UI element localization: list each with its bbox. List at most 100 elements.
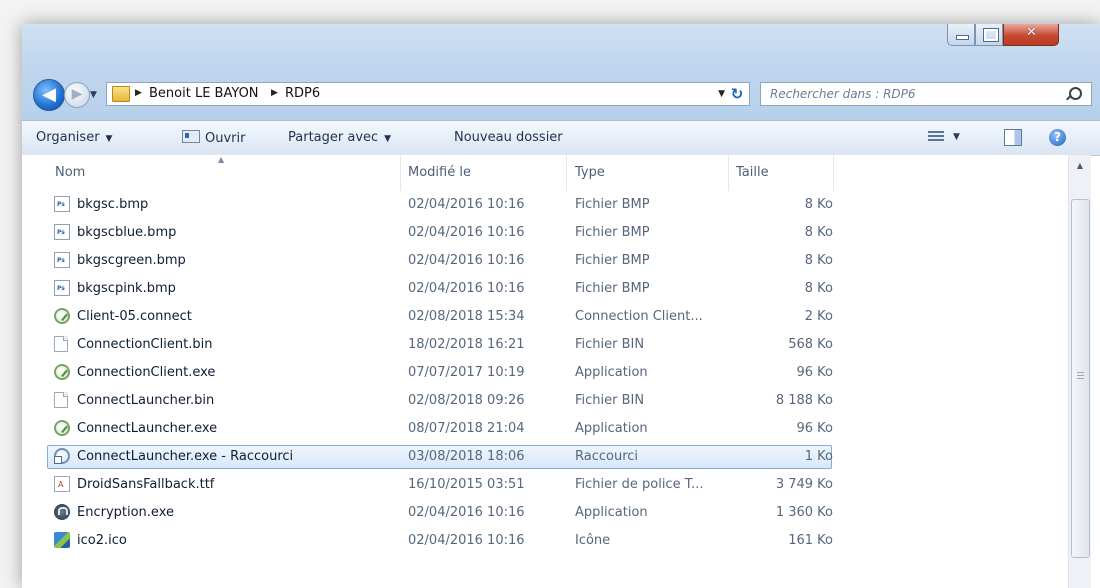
- file-type: Fichier BMP: [575, 197, 650, 212]
- minimize-icon: [956, 35, 969, 40]
- file-row[interactable]: ico2.ico 02/04/2016 10:16 Icône 161 Ko: [22, 527, 1068, 555]
- scroll-up-arrow-icon[interactable]: ▲: [1069, 155, 1091, 177]
- file-row[interactable]: bkgscgreen.bmp 02/04/2016 10:16 Fichier BM…: [22, 247, 1068, 275]
- column-name[interactable]: Nom: [55, 165, 85, 180]
- file-modified: 02/04/2016 10:16: [408, 505, 525, 520]
- file-size: 2 Ko: [804, 309, 833, 324]
- file-type: Application: [575, 505, 648, 520]
- back-button[interactable]: ◀: [33, 79, 65, 111]
- file-row[interactable]: Encryption.exe 02/04/2016 10:16 Applicatio…: [22, 499, 1068, 527]
- sort-ascending-icon: ▲: [218, 155, 225, 164]
- file-modified: 08/07/2018 21:04: [408, 421, 525, 436]
- file-row[interactable]: ConnectLauncher.exe - Raccourci 03/08/201…: [22, 443, 1068, 471]
- file-modified: 16/10/2015 03:51: [408, 477, 525, 492]
- chevron-down-icon[interactable]: ▼: [953, 132, 960, 142]
- file-size: 8 Ko: [804, 281, 833, 296]
- file-row[interactable]: Client-05.connect 02/08/2018 15:34 Connect…: [22, 303, 1068, 331]
- file-size: 1 360 Ko: [775, 505, 833, 520]
- bmp-icon: [54, 280, 70, 296]
- open-button[interactable]: Ouvrir: [182, 130, 245, 146]
- scrollbar-thumb[interactable]: [1071, 199, 1090, 558]
- breadcrumb-item-folder[interactable]: RDP6: [285, 86, 320, 101]
- title-bar: ✕ ◀ ▶ ▼ ▶ Benoit LE BAYON ▶ RDP6 ▼ ↻ Rec…: [22, 24, 1100, 120]
- file-row[interactable]: ConnectionClient.bin 18/02/2018 16:21 Fich…: [22, 331, 1068, 359]
- share-button[interactable]: Partager avec ▼: [288, 130, 391, 145]
- file-modified: 07/07/2017 10:19: [408, 365, 525, 380]
- refresh-button[interactable]: ↻: [724, 84, 750, 106]
- breadcrumb-chevron-icon[interactable]: ▶: [271, 88, 278, 98]
- file-type: Fichier BMP: [575, 281, 650, 296]
- preview-pane-icon[interactable]: [1004, 129, 1022, 146]
- file-type: Application: [575, 365, 648, 380]
- file-modified: 02/08/2018 15:34: [408, 309, 525, 324]
- file-modified: 02/08/2018 09:26: [408, 393, 525, 408]
- new-folder-label: Nouveau dossier: [454, 130, 563, 145]
- file-row[interactable]: bkgscpink.bmp 02/04/2016 10:16 Fichier BMP…: [22, 275, 1068, 303]
- file-name: ConnectLauncher.exe: [77, 421, 218, 436]
- file-size: 568 Ko: [788, 337, 833, 352]
- maximize-button[interactable]: [975, 24, 1003, 46]
- column-divider[interactable]: [833, 155, 834, 191]
- chevron-down-icon: ▼: [105, 134, 113, 144]
- search-icon[interactable]: [1069, 87, 1082, 100]
- file-name: bkgscgreen.bmp: [77, 253, 186, 268]
- search-box[interactable]: Rechercher dans : RDP6: [760, 82, 1092, 106]
- file-type: Application: [575, 421, 648, 436]
- minimize-button[interactable]: [947, 24, 975, 46]
- file-type: Fichier de police T...: [575, 477, 704, 492]
- share-label: Partager avec: [288, 130, 379, 145]
- column-header: ▲ Nom Modifié le Type Taille: [22, 155, 1068, 191]
- column-size[interactable]: Taille: [736, 165, 769, 180]
- explorer-window: ✕ ◀ ▶ ▼ ▶ Benoit LE BAYON ▶ RDP6 ▼ ↻ Rec…: [22, 24, 1100, 588]
- column-type[interactable]: Type: [575, 165, 605, 180]
- file-row[interactable]: ConnectLauncher.bin 02/08/2018 09:26 Fichi…: [22, 387, 1068, 415]
- change-view-icon[interactable]: [928, 131, 944, 143]
- file-modified: 02/04/2016 10:16: [408, 533, 525, 548]
- file-name: bkgscblue.bmp: [77, 225, 177, 240]
- file-row[interactable]: bkgsc.bmp 02/04/2016 10:16 Fichier BMP 8 Ko: [22, 191, 1068, 219]
- app-icon: [54, 364, 70, 380]
- file-row[interactable]: DroidSansFallback.ttf 16/10/2015 03:51 Fic…: [22, 471, 1068, 499]
- file-modified: 02/04/2016 10:16: [408, 281, 525, 296]
- file-name: ConnectionClient.exe: [77, 365, 216, 380]
- organize-button[interactable]: Organiser ▼: [36, 130, 112, 145]
- folder-icon: [112, 86, 130, 102]
- file-modified: 02/04/2016 10:16: [408, 225, 525, 240]
- file-row[interactable]: ConnectionClient.exe 07/07/2017 10:19 Appl…: [22, 359, 1068, 387]
- close-button[interactable]: ✕: [1003, 24, 1059, 46]
- search-input[interactable]: Rechercher dans : RDP6: [770, 87, 916, 101]
- recent-pages-dropdown[interactable]: ▼: [90, 90, 97, 100]
- column-divider[interactable]: [728, 155, 729, 191]
- vertical-scrollbar[interactable]: ▲: [1068, 155, 1091, 588]
- breadcrumb-item-user[interactable]: Benoit LE BAYON: [149, 86, 259, 101]
- file-size: 8 Ko: [804, 197, 833, 212]
- grip-icon: [1077, 372, 1084, 380]
- file-size: 1 Ko: [804, 449, 833, 464]
- ico-icon: [54, 532, 70, 548]
- file-type: Fichier BIN: [575, 337, 645, 352]
- app-icon: [54, 308, 70, 324]
- column-modified[interactable]: Modifié le: [408, 165, 471, 180]
- file-type: Icône: [575, 533, 611, 548]
- forward-button[interactable]: ▶: [64, 82, 90, 108]
- new-folder-button[interactable]: Nouveau dossier: [454, 130, 563, 145]
- address-bar[interactable]: ▶ Benoit LE BAYON ▶ RDP6 ▼: [106, 82, 750, 106]
- back-arrow-icon: ◀: [42, 84, 56, 105]
- column-divider[interactable]: [400, 155, 401, 191]
- column-divider[interactable]: [566, 155, 567, 191]
- encryption-icon: [54, 504, 70, 520]
- breadcrumb-chevron-icon[interactable]: ▶: [135, 88, 142, 98]
- bmp-icon: [54, 224, 70, 240]
- file-modified: 03/08/2018 18:06: [408, 449, 525, 464]
- file-type: Fichier BMP: [575, 225, 650, 240]
- help-icon[interactable]: ?: [1049, 129, 1066, 146]
- file-row[interactable]: bkgscblue.bmp 02/04/2016 10:16 Fichier BMP…: [22, 219, 1068, 247]
- file-name: Encryption.exe: [77, 505, 174, 520]
- file-name: bkgsc.bmp: [77, 197, 149, 212]
- file-row[interactable]: ConnectLauncher.exe 08/07/2018 21:04 Appli…: [22, 415, 1068, 443]
- file-size: 8 188 Ko: [775, 393, 833, 408]
- forward-arrow-icon: ▶: [71, 86, 83, 102]
- file-name: ConnectionClient.bin: [77, 337, 213, 352]
- file-modified: 02/04/2016 10:16: [408, 253, 525, 268]
- file-size: 96 Ko: [796, 365, 833, 380]
